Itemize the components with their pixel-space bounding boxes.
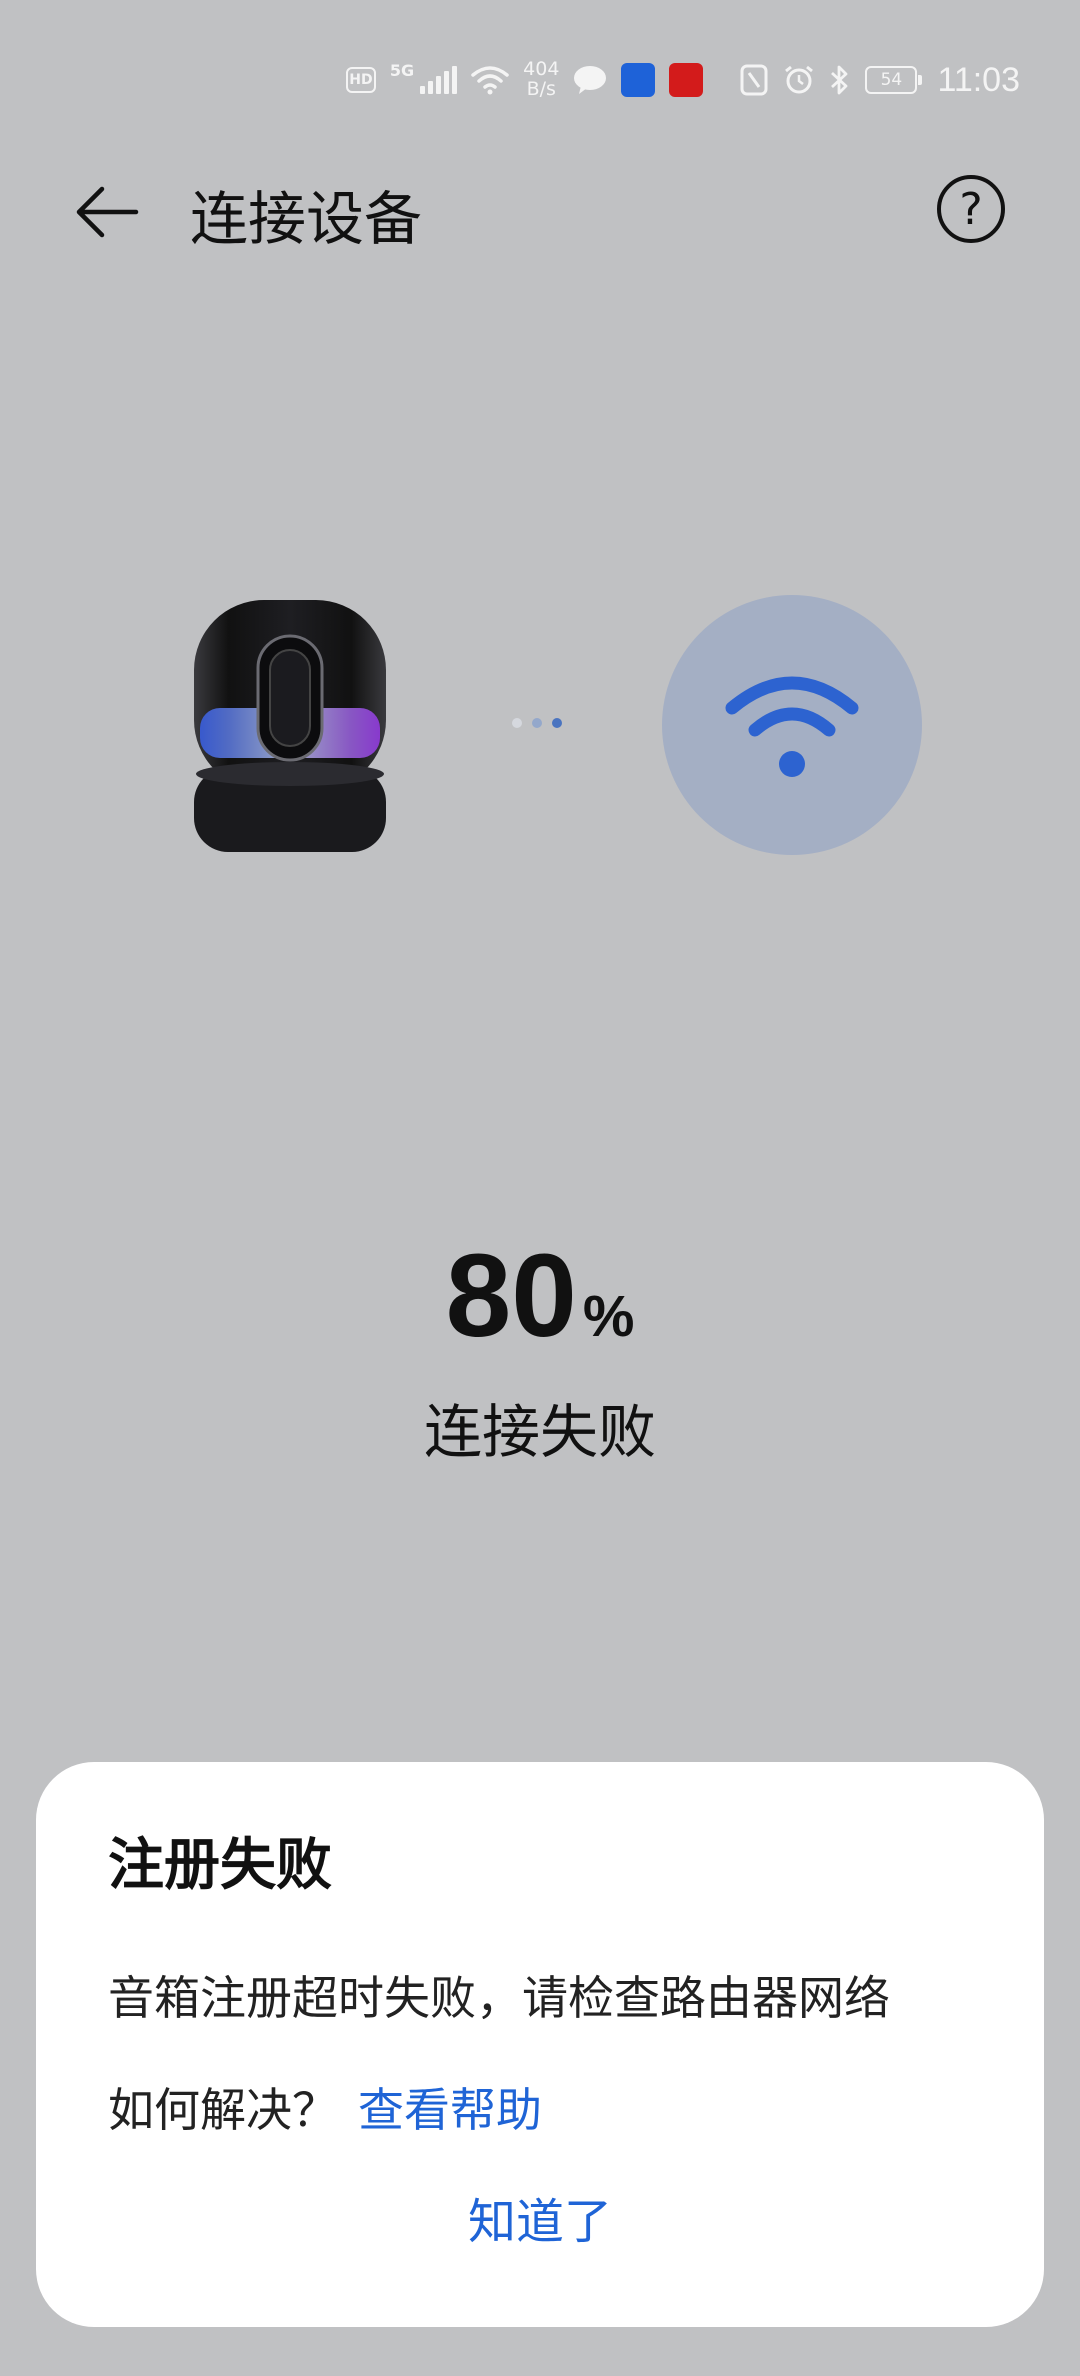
nfc-icon (740, 64, 768, 96)
dialog-title: 注册失败 (108, 1833, 332, 1898)
progress-value: 80 (445, 1230, 577, 1362)
back-arrow-icon[interactable] (70, 175, 144, 249)
view-help-link[interactable]: 查看帮助 (358, 2074, 542, 2140)
progress-dot (532, 718, 542, 728)
page-title: 连接设备 (190, 185, 423, 253)
screen: HD 5G 404 B/s 54 11:03 连接设备 ? 80 % 连接失败 … (0, 0, 1080, 2376)
connection-status: 连接失败 (423, 1398, 656, 1466)
help-icon[interactable]: ? (937, 175, 1005, 243)
confirm-button[interactable]: 知道了 (36, 2182, 1044, 2252)
router-circle (662, 595, 922, 855)
progress-dot (512, 718, 522, 728)
status-bar: HD 5G 404 B/s 54 11:03 (345, 50, 1020, 110)
signal-icon (420, 66, 458, 94)
chat-app-icon (574, 66, 607, 94)
speed-value: 404 (523, 58, 560, 81)
speaker-device-image (194, 600, 386, 852)
progress-percentage: 80 % (0, 1228, 1080, 1364)
network-speed: 404 B/s (523, 58, 560, 100)
error-dialog: 注册失败 音箱注册超时失败，请检查路由器网络 如何解决？ 查看帮助 知道了 (36, 1762, 1044, 2327)
speed-unit: B/s (526, 78, 556, 100)
network-type: 5G (389, 60, 415, 80)
alarm-icon (785, 65, 814, 94)
dialog-message: 音箱注册超时失败，请检查路由器网络 (108, 1971, 890, 2025)
red-app-icon (669, 63, 704, 97)
connection-progress-dots (512, 718, 562, 728)
hd-icon: HD (345, 67, 376, 93)
bluetooth-icon (831, 65, 848, 95)
clock: 11:03 (937, 60, 1020, 99)
blue-app-icon (621, 63, 656, 97)
hint-text: 如何解决？ (108, 2083, 338, 2137)
wifi-status-icon (471, 66, 509, 95)
progress-dot (552, 718, 562, 728)
battery-icon: 54 (865, 66, 923, 94)
dialog-hint: 如何解决？ 查看帮助 (108, 2074, 542, 2140)
wifi-icon (725, 676, 859, 777)
progress-unit: % (582, 1284, 635, 1349)
battery-level: 54 (880, 70, 903, 90)
